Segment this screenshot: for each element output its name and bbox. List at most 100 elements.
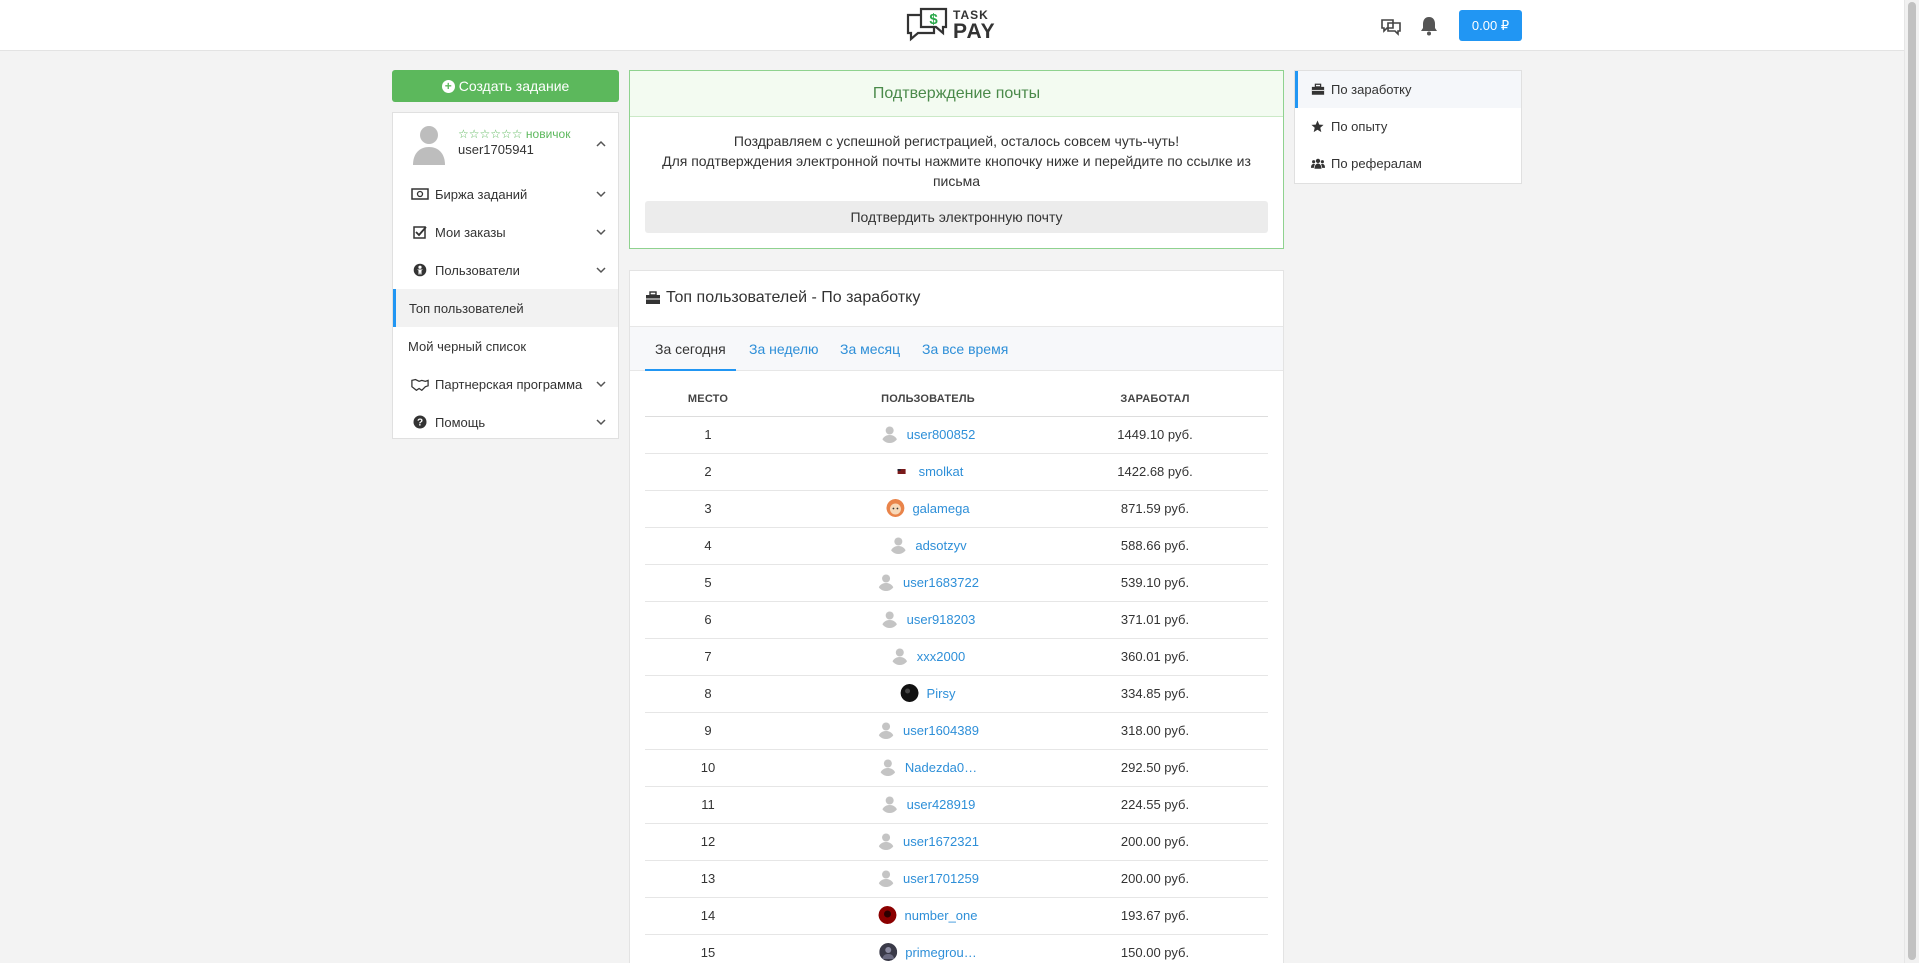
sidebar-item-label: Мои заказы [435,224,506,240]
email-confirm-panel: Подтверждение почты Поздравляем с успешн… [629,70,1284,249]
row-earned: 360.01 руб. [1120,649,1190,664]
row-username[interactable]: user800852 [907,427,976,442]
table-row: 6 user918203 371.01 руб. [645,602,1268,639]
sidebar-item-help[interactable]: ? Помощь [393,403,618,441]
users-icon [1311,157,1325,170]
row-earned: 588.66 руб. [1120,538,1190,553]
logo-line2: PAY [953,19,996,43]
bell-icon[interactable] [1418,15,1440,37]
row-rank: 15 [700,945,716,960]
row-user-link[interactable]: smolkat [892,462,964,480]
person-circle-icon [411,263,429,277]
sidebar-item-blacklist[interactable]: Мой черный список [393,327,618,365]
money-icon [411,187,429,201]
row-user-link[interactable]: Nadezda0… [879,758,977,776]
row-username[interactable]: user1701259 [903,871,979,886]
chevron-down-icon [596,191,606,198]
sidebar-item-task-exchange[interactable]: Биржа заданий [393,175,618,213]
row-user-link[interactable]: user1683722 [877,573,979,591]
row-user-link[interactable]: user1672321 [877,832,979,850]
row-username[interactable]: galamega [912,501,969,516]
sidebar-item-label: Мой черный список [408,338,527,354]
row-user-link[interactable]: Pirsy [900,684,956,702]
row-user-link[interactable]: xxx2000 [891,647,965,665]
sidebar-item-users[interactable]: Пользователи [393,251,618,289]
chevron-down-icon [596,267,606,274]
top-bar: $ TASK PAY 0.00 ₽ [0,0,1904,51]
row-earned: 200.00 руб. [1120,871,1190,886]
sidebar-item-my-orders[interactable]: Мои заказы [393,213,618,251]
scrollbar-thumb[interactable] [1908,2,1916,960]
row-rank: 4 [704,538,712,553]
briefcase-icon [1311,83,1325,96]
tab-all-time[interactable]: За все время [912,327,1018,371]
table-row: 10 Nadezda0… 292.50 руб. [645,750,1268,787]
row-username[interactable]: adsotzyv [915,538,966,553]
confirm-email-button[interactable]: Подтвердить электронную почту [645,201,1268,233]
table-row: 4 adsotzyv 588.66 руб. [645,528,1268,565]
nav-by-referrals[interactable]: По рефералам [1295,145,1521,182]
row-user-link[interactable]: user800852 [881,425,976,443]
handshake-icon [411,377,429,391]
nav-by-earnings[interactable]: По заработку [1295,71,1521,108]
row-earned: 539.10 руб. [1120,575,1190,590]
user-avatar [879,758,897,776]
row-username[interactable]: user918203 [907,612,976,627]
row-username[interactable]: user1683722 [903,575,979,590]
sidebar-item-label: Пользователи [435,262,520,278]
email-confirm-line1: Поздравляем с успешной регистрацией, ост… [733,133,1180,149]
nav-by-experience[interactable]: По опыту [1295,108,1521,145]
row-earned: 193.67 руб. [1120,908,1190,923]
row-rank: 3 [704,501,712,516]
chevron-down-icon [596,419,606,426]
top-users-panel: Топ пользователей - По заработку За сего… [629,270,1284,963]
row-rank: 14 [700,908,716,923]
row-user-link[interactable]: number_one [878,906,978,924]
user-avatar [879,943,898,961]
rating-label: новичок [525,127,571,141]
row-user-link[interactable]: user918203 [881,610,976,628]
row-rank: 1 [704,427,712,442]
row-earned: 318.00 руб. [1120,723,1190,738]
row-username[interactable]: Pirsy [927,686,956,701]
tab-month[interactable]: За месяц [830,327,910,371]
sidebar-item-top-users[interactable]: Топ пользователей [393,289,618,327]
nav-label: По рефералам [1331,156,1422,171]
row-user-link[interactable]: user428919 [881,795,976,813]
row-rank: 5 [704,575,712,590]
create-task-label: Создать задание [458,78,570,94]
row-username[interactable]: xxx2000 [917,649,965,664]
row-username[interactable]: user1672321 [903,834,979,849]
row-username[interactable]: number_one [905,908,978,923]
ranking-type-nav: По заработку По опыту По рефералам [1294,70,1522,184]
chevron-down-icon [596,381,606,388]
profile-block[interactable]: ☆☆☆☆☆☆ новичок user1705941 [393,113,618,175]
row-user-link[interactable]: adsotzyv [889,536,967,554]
balance-button[interactable]: 0.00 ₽ [1459,10,1522,41]
tab-today[interactable]: За сегодня [645,327,736,371]
row-username[interactable]: primegrou… [905,945,977,960]
col-place: Место [687,393,729,405]
row-username[interactable]: smolkat [919,464,964,479]
page-scrollbar[interactable] [1904,0,1919,963]
chat-bubbles-icon[interactable] [1380,15,1402,37]
row-user-link[interactable]: galamega [886,499,970,517]
row-user-link[interactable]: user1604389 [877,721,979,739]
rating-stars: ☆☆☆☆☆☆ [458,127,523,141]
chevron-up-icon[interactable] [596,139,606,149]
sidebar-item-label: Партнерская программа [435,376,583,392]
row-username[interactable]: Nadezda0… [905,760,977,775]
row-username[interactable]: user1604389 [903,723,979,738]
sidebar-item-partner-program[interactable]: Партнерская программа [393,365,618,403]
plus-circle-icon: + [441,79,455,93]
logo[interactable]: $ TASK PAY [905,6,996,44]
create-task-button[interactable]: + Создать задание [392,70,619,102]
row-username[interactable]: user428919 [907,797,976,812]
sidebar-item-label: Помощь [435,414,486,430]
user-avatar [891,647,909,665]
row-user-link[interactable]: user1701259 [877,869,979,887]
row-user-link[interactable]: primegrou… [879,943,977,961]
row-rank: 12 [700,834,716,849]
tab-week[interactable]: За неделю [739,327,829,371]
row-earned: 200.00 руб. [1120,834,1190,849]
